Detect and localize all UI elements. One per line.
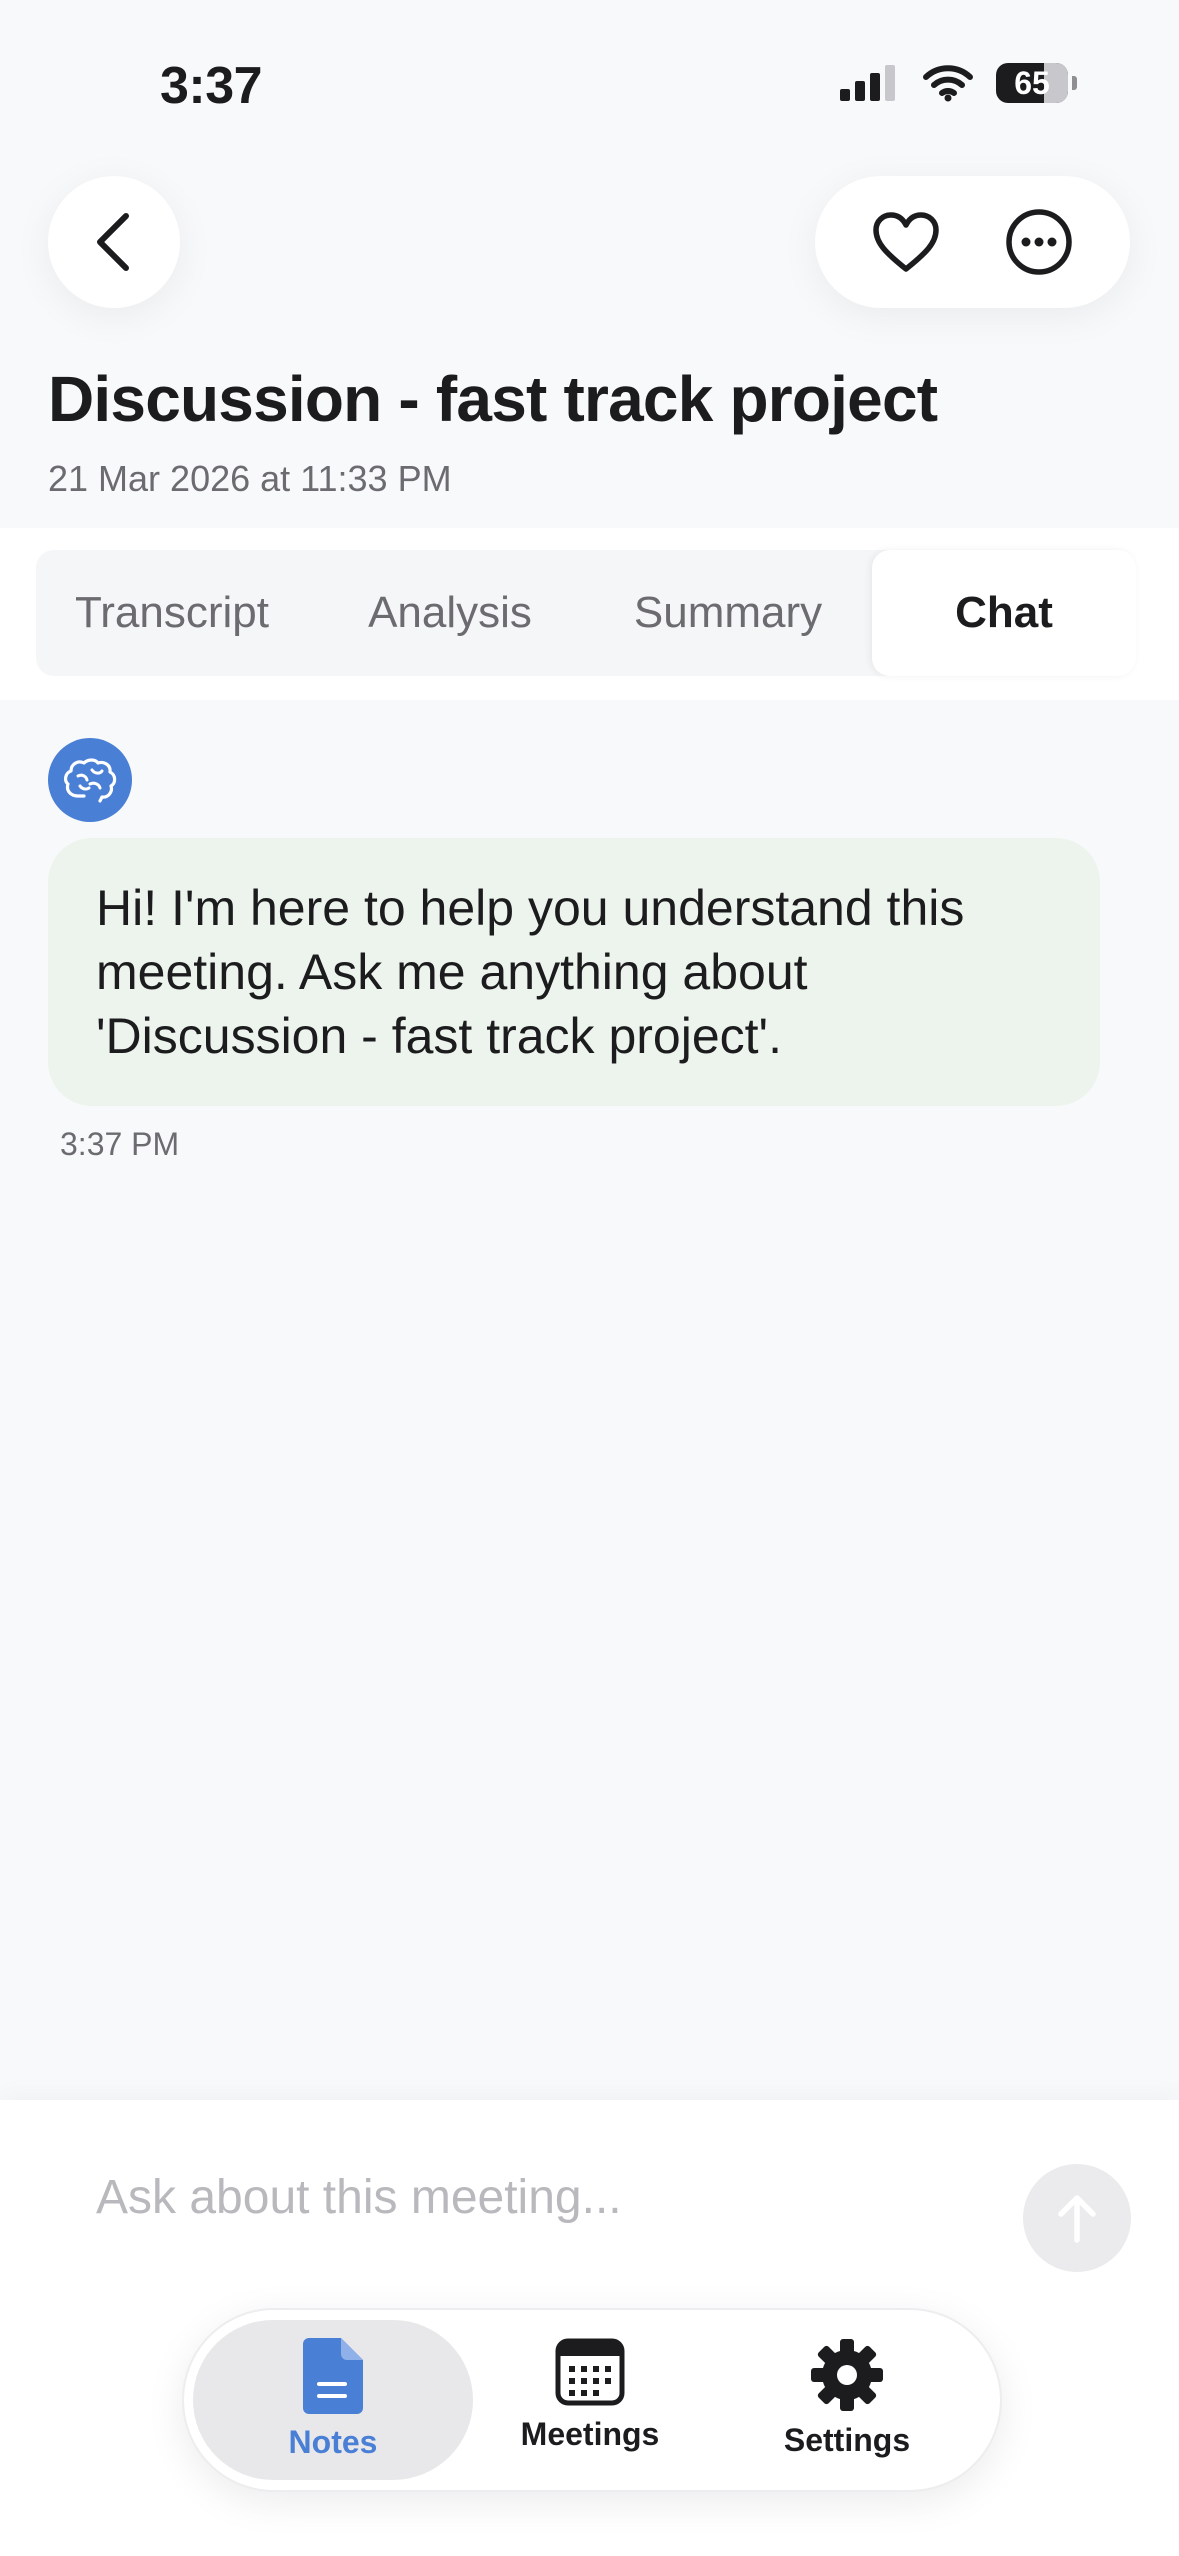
nav-notes[interactable]: Notes: [213, 2338, 453, 2468]
calendar-icon: [555, 2338, 625, 2406]
nav-notes-label: Notes: [288, 2424, 378, 2460]
nav-settings-label: Settings: [783, 2422, 911, 2458]
status-time: 3:37: [160, 57, 263, 115]
back-button[interactable]: [48, 176, 180, 308]
brain-icon: [64, 758, 117, 803]
more-icon: [1006, 209, 1072, 275]
signal-icon: [840, 65, 895, 101]
message-timestamp: 3:37 PM: [60, 1126, 180, 1162]
gear-icon: [811, 2339, 883, 2411]
header-actions: [815, 176, 1130, 308]
status-icons: 65: [840, 58, 1077, 108]
tab-analysis[interactable]: Analysis: [322, 550, 578, 676]
meeting-date: 21 Mar 2026 at 11:33 PM: [48, 458, 452, 499]
battery-nub: [1072, 76, 1077, 90]
tab-transcript[interactable]: Transcript: [36, 550, 308, 676]
heart-icon: [873, 212, 939, 272]
battery-indicator: 65: [996, 63, 1068, 103]
document-icon: [303, 2338, 363, 2414]
arrow-up-icon: [1058, 2195, 1096, 2243]
favorite-button[interactable]: [866, 202, 946, 282]
chevron-left-icon: [97, 213, 129, 271]
nav-meetings-label: Meetings: [520, 2416, 660, 2452]
assistant-message: Hi! I'm here to help you understand this…: [48, 838, 1100, 1106]
tab-chat[interactable]: Chat: [872, 550, 1136, 676]
more-button[interactable]: [999, 202, 1079, 282]
nav-meetings[interactable]: Meetings: [470, 2338, 710, 2468]
chat-input[interactable]: Ask about this meeting...: [96, 2170, 996, 2225]
assistant-avatar: [48, 738, 132, 822]
send-button[interactable]: [1023, 2164, 1131, 2272]
nav-settings[interactable]: Settings: [727, 2338, 967, 2468]
tab-summary[interactable]: Summary: [598, 550, 858, 676]
wifi-icon: [923, 65, 973, 102]
page-title: Discussion - fast track project: [48, 363, 938, 435]
